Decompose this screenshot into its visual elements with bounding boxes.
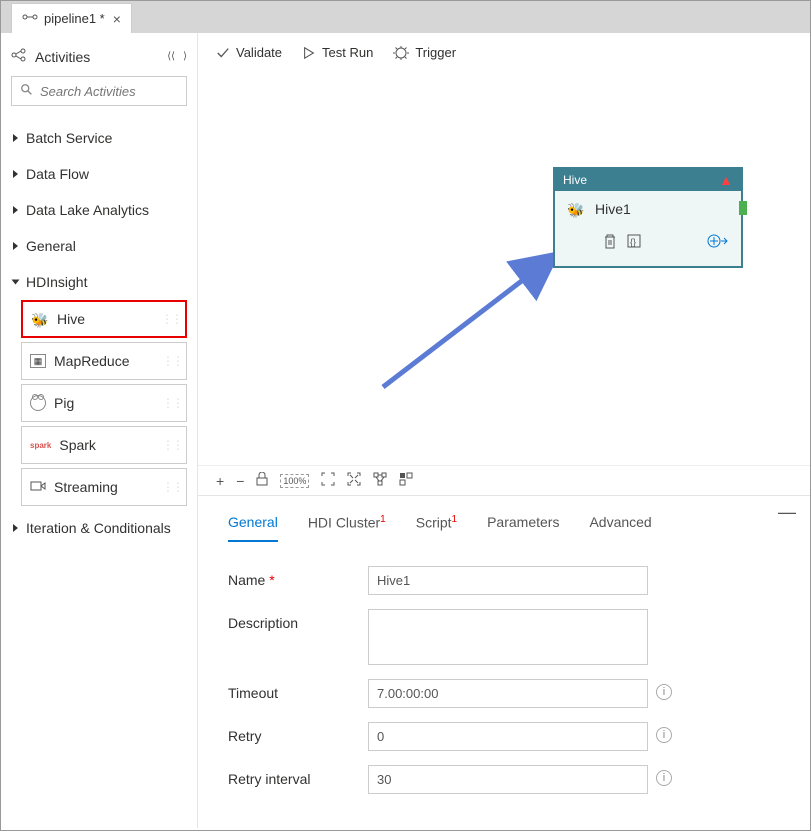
fit-screen-icon[interactable] <box>321 472 335 489</box>
node-output-handle[interactable] <box>739 201 747 215</box>
retry-field[interactable] <box>368 722 648 751</box>
pipeline-icon <box>22 9 38 28</box>
tab-parameters[interactable]: Parameters <box>487 514 559 542</box>
info-icon[interactable]: i <box>656 727 672 743</box>
delete-icon[interactable] <box>603 233 617 252</box>
grip-icon: ⋮⋮ <box>162 480 182 494</box>
code-icon[interactable]: {} <box>627 233 641 252</box>
validate-button[interactable]: Validate <box>216 45 282 60</box>
category-general[interactable]: General <box>11 228 187 264</box>
category-data-flow[interactable]: Data Flow <box>11 156 187 192</box>
activities-label: Activities <box>35 49 90 65</box>
category-batch-service[interactable]: Batch Service <box>11 120 187 156</box>
hive-node[interactable]: Hive ▲ Hive1 {} <box>553 167 743 268</box>
search-icon <box>20 83 34 100</box>
category-hdinsight[interactable]: HDInsight <box>11 264 187 300</box>
test-run-button[interactable]: Test Run <box>302 45 373 60</box>
collapse-panel-icon[interactable]: — <box>778 502 796 523</box>
annotation-arrow <box>378 242 578 392</box>
timeout-label: Timeout <box>228 679 368 701</box>
activities-header: Activities ⟨⟨ ⟩ <box>11 43 187 76</box>
description-label: Description <box>228 609 368 631</box>
mapreduce-icon: ▦ <box>30 354 46 368</box>
tab-title: pipeline1 * <box>44 11 105 26</box>
activities-icon <box>11 47 27 66</box>
tab-advanced[interactable]: Advanced <box>589 514 651 542</box>
timeout-field[interactable] <box>368 679 648 708</box>
grip-icon: ⋮⋮ <box>161 312 181 326</box>
search-input[interactable] <box>40 84 218 99</box>
check-icon <box>216 46 230 60</box>
chevron-down-icon[interactable]: ⟩ <box>183 51 187 62</box>
error-badge: 1 <box>452 514 458 525</box>
auto-align-icon[interactable] <box>373 472 387 489</box>
category-iteration-conditionals[interactable]: Iteration & Conditionals <box>11 510 187 546</box>
add-output-icon[interactable] <box>707 233 729 252</box>
pig-icon <box>30 395 46 411</box>
play-icon <box>302 46 316 60</box>
error-badge: 1 <box>380 514 386 525</box>
pipeline-canvas[interactable]: Hive ▲ Hive1 {} <box>198 72 810 465</box>
fullscreen-icon[interactable] <box>347 472 361 489</box>
grip-icon: ⋮⋮ <box>162 438 182 452</box>
retry-interval-label: Retry interval <box>228 765 368 787</box>
description-field[interactable] <box>368 609 648 665</box>
streaming-icon <box>30 479 46 496</box>
zoom-100-icon[interactable]: 100% <box>280 474 309 488</box>
lock-icon[interactable] <box>256 472 268 489</box>
node-title: Hive1 <box>595 201 631 217</box>
tab-hdi-cluster[interactable]: HDI Cluster1 <box>308 514 386 542</box>
trigger-button[interactable]: Trigger <box>393 45 456 60</box>
info-icon[interactable]: i <box>656 770 672 786</box>
search-activities-box[interactable] <box>11 76 187 106</box>
pipeline-tab[interactable]: pipeline1 * × <box>11 3 132 33</box>
activity-hive[interactable]: Hive ⋮⋮ <box>21 300 187 338</box>
activity-spark[interactable]: spark Spark ⋮⋮ <box>21 426 187 464</box>
activity-pig[interactable]: Pig ⋮⋮ <box>21 384 187 422</box>
activity-mapreduce[interactable]: ▦ MapReduce ⋮⋮ <box>21 342 187 380</box>
warning-icon: ▲ <box>719 172 733 188</box>
zoom-in-icon[interactable]: + <box>216 473 224 489</box>
retry-interval-field[interactable] <box>368 765 648 794</box>
activity-streaming[interactable]: Streaming ⋮⋮ <box>21 468 187 506</box>
tab-general[interactable]: General <box>228 514 278 542</box>
trigger-icon <box>393 46 409 60</box>
tab-script[interactable]: Script1 <box>416 514 457 542</box>
svg-text:{}: {} <box>630 237 636 247</box>
hive-icon <box>31 312 49 326</box>
chevron-double-down-icon[interactable]: ⟨⟨ <box>167 51 175 62</box>
info-icon[interactable]: i <box>656 684 672 700</box>
grip-icon: ⋮⋮ <box>162 354 182 368</box>
node-type-label: Hive <box>563 173 587 187</box>
layout-icon[interactable] <box>399 472 413 489</box>
category-data-lake-analytics[interactable]: Data Lake Analytics <box>11 192 187 228</box>
canvas-zoom-toolbar: + − 100% <box>198 465 810 495</box>
grip-icon: ⋮⋮ <box>162 396 182 410</box>
close-icon[interactable]: × <box>111 11 123 27</box>
name-field[interactable] <box>368 566 648 595</box>
retry-label: Retry <box>228 722 368 744</box>
hive-icon <box>567 202 585 216</box>
zoom-out-icon[interactable]: − <box>236 473 244 489</box>
spark-icon: spark <box>30 441 51 450</box>
name-label: Name * <box>228 566 368 588</box>
